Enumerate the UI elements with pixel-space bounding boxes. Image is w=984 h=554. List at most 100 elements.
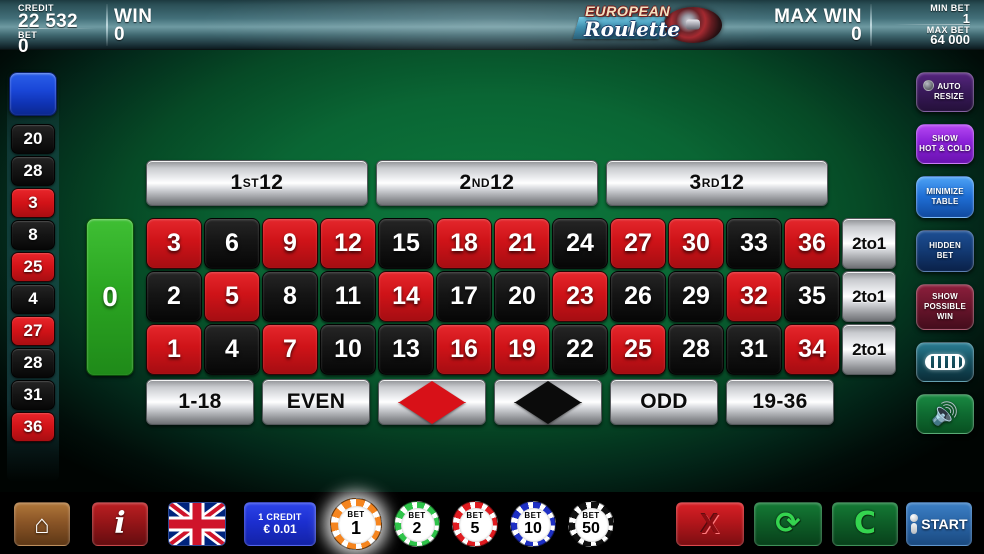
- chip-bet-word: BET: [408, 511, 426, 520]
- home-button[interactable]: ⌂: [14, 502, 70, 546]
- bet-cell-1[interactable]: 1: [146, 324, 202, 375]
- show-possible-win-button[interactable]: SHOW POSSIBLE WIN: [916, 284, 974, 330]
- chip-value: 50: [582, 520, 600, 537]
- toggle-indicator-icon: [923, 80, 934, 91]
- history-result-1: 28: [11, 156, 55, 186]
- bet-cell-22[interactable]: 22: [552, 324, 608, 375]
- history-result-6: 27: [11, 316, 55, 346]
- bet-cell-15[interactable]: 15: [378, 218, 434, 269]
- bet-cell-35[interactable]: 35: [784, 271, 840, 322]
- history-result-7: 28: [11, 348, 55, 378]
- side-options-panel: AUTO RESIZE SHOW HOT & COLD MINIMIZE TAB…: [916, 72, 978, 484]
- history-result-3: 8: [11, 220, 55, 250]
- hidden-bet-line1: HIDDEN: [929, 241, 961, 250]
- bet-cell-23[interactable]: 23: [552, 271, 608, 322]
- column-bet-2[interactable]: 2to1: [842, 271, 896, 322]
- chip-value: 2: [412, 520, 422, 537]
- dozen-ordinal: ND: [471, 176, 491, 190]
- outside-bet-odd[interactable]: ODD: [610, 379, 718, 425]
- bet-cell-0[interactable]: 0: [86, 218, 134, 376]
- racetrack-view-button[interactable]: [916, 342, 974, 382]
- bet-cell-14[interactable]: 14: [378, 271, 434, 322]
- chip-bet-word: BET: [582, 511, 600, 520]
- minimize-line1: MINIMIZE: [926, 187, 964, 196]
- bet-cell-17[interactable]: 17: [436, 271, 492, 322]
- bet-cell-19[interactable]: 19: [494, 324, 550, 375]
- outside-bet-black[interactable]: [494, 379, 602, 425]
- outside-bets-row: 1-18 EVEN ODD 19-36: [146, 379, 834, 425]
- possible-win-line1: SHOW: [932, 292, 958, 301]
- bet-cell-21[interactable]: 21: [494, 218, 550, 269]
- bet-cell-5[interactable]: 5: [204, 271, 260, 322]
- hidden-bet-button[interactable]: HIDDEN BET: [916, 230, 974, 272]
- hot-cold-line2: HOT & COLD: [919, 144, 971, 153]
- dozen-bet-1[interactable]: 1 ST 12: [146, 160, 368, 206]
- bet-cell-16[interactable]: 16: [436, 324, 492, 375]
- bet-cell-2[interactable]: 2: [146, 271, 202, 322]
- chip-bet-5[interactable]: BET 5: [452, 501, 498, 547]
- chip-text: BET 2: [408, 511, 425, 537]
- bet-cell-20[interactable]: 20: [494, 271, 550, 322]
- dozen-bet-2[interactable]: 2 ND 12: [376, 160, 598, 206]
- outside-bet-high[interactable]: 19-36: [726, 379, 834, 425]
- bet-cell-28[interactable]: 28: [668, 324, 724, 375]
- sound-toggle-button[interactable]: 🔊: [916, 394, 974, 434]
- outside-bet-red[interactable]: [378, 379, 486, 425]
- spin-history-panel: 20 28 3 8 25 4 27 28 31 36: [7, 70, 59, 482]
- outside-bet-even[interactable]: EVEN: [262, 379, 370, 425]
- bet-cell-12[interactable]: 12: [320, 218, 376, 269]
- bet-cell-29[interactable]: 29: [668, 271, 724, 322]
- undo-button[interactable]: C: [832, 502, 898, 546]
- bet-cell-26[interactable]: 26: [610, 271, 666, 322]
- info-button[interactable]: i: [92, 502, 148, 546]
- start-button[interactable]: START: [906, 502, 972, 546]
- chip-bet-10[interactable]: BET 10: [510, 501, 556, 547]
- outside-bet-label: 19-36: [752, 390, 808, 413]
- dozen-suffix: 12: [720, 171, 745, 194]
- dozen-bets-row: 1 ST 12 2 ND 12 3 RD 12: [146, 160, 828, 206]
- column-bet-1[interactable]: 2to1: [842, 218, 896, 269]
- bet-cell-32[interactable]: 32: [726, 271, 782, 322]
- chip-value: 10: [524, 520, 542, 537]
- max-win-label: MAX WIN: [774, 6, 862, 27]
- history-result-2: 3: [11, 188, 55, 218]
- dozen-suffix: 12: [490, 171, 515, 194]
- bet-cell-9[interactable]: 9: [262, 218, 318, 269]
- bet-cell-24[interactable]: 24: [552, 218, 608, 269]
- credit-denomination-button[interactable]: 1 CREDIT € 0.01: [244, 502, 316, 546]
- auto-resize-button[interactable]: AUTO RESIZE: [916, 72, 974, 112]
- show-hot-cold-button[interactable]: SHOW HOT & COLD: [916, 124, 974, 164]
- bet-cell-10[interactable]: 10: [320, 324, 376, 375]
- outside-bet-low[interactable]: 1-18: [146, 379, 254, 425]
- minimize-table-button[interactable]: MINIMIZE TABLE: [916, 176, 974, 218]
- bet-cell-33[interactable]: 33: [726, 218, 782, 269]
- bet-cell-11[interactable]: 11: [320, 271, 376, 322]
- chip-bet-2[interactable]: BET 2: [394, 501, 440, 547]
- chip-bet-50[interactable]: BET 50: [568, 501, 614, 547]
- bet-cell-8[interactable]: 8: [262, 271, 318, 322]
- history-toggle-button[interactable]: [9, 72, 57, 116]
- bet-cell-27[interactable]: 27: [610, 218, 666, 269]
- bet-cell-31[interactable]: 31: [726, 324, 782, 375]
- red-diamond-icon: [398, 380, 466, 424]
- column-bet-3[interactable]: 2to1: [842, 324, 896, 375]
- chip-bet-1[interactable]: BET 1: [330, 498, 382, 550]
- bet-cell-30[interactable]: 30: [668, 218, 724, 269]
- bet-cell-3[interactable]: 3: [146, 218, 202, 269]
- dozen-bet-3[interactable]: 3 RD 12: [606, 160, 828, 206]
- bet-cell-7[interactable]: 7: [262, 324, 318, 375]
- rebet-button[interactable]: ⟳: [754, 502, 822, 546]
- bet-cell-13[interactable]: 13: [378, 324, 434, 375]
- clear-bets-button[interactable]: X: [676, 502, 744, 546]
- outside-bet-label: ODD: [640, 390, 688, 413]
- max-win-value: 0: [851, 24, 862, 45]
- bet-cell-25[interactable]: 25: [610, 324, 666, 375]
- history-result-9: 36: [11, 412, 55, 442]
- bet-cell-36[interactable]: 36: [784, 218, 840, 269]
- bet-cell-4[interactable]: 4: [204, 324, 260, 375]
- bet-cell-18[interactable]: 18: [436, 218, 492, 269]
- language-button[interactable]: [168, 502, 226, 546]
- bet-cell-34[interactable]: 34: [784, 324, 840, 375]
- chip-text: BET 5: [466, 511, 483, 537]
- bet-cell-6[interactable]: 6: [204, 218, 260, 269]
